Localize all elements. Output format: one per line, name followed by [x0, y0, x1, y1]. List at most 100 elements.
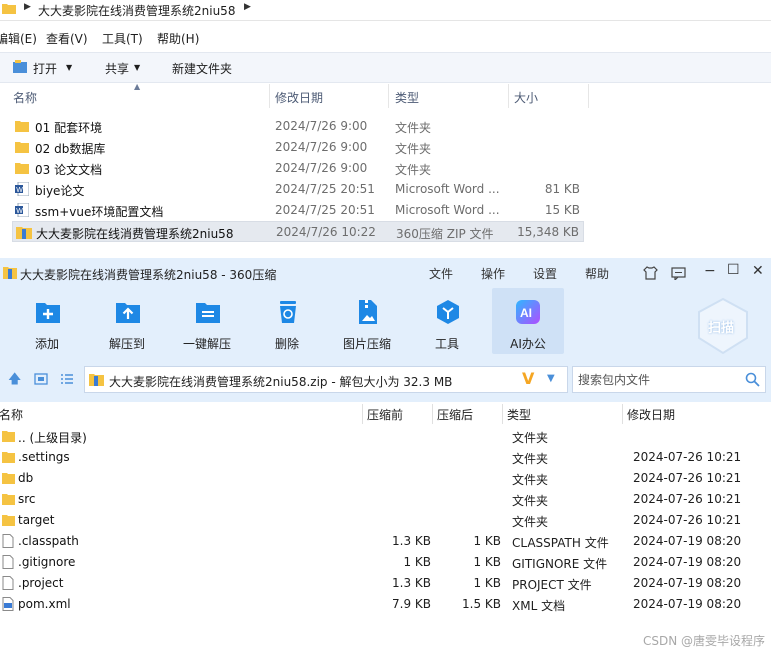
menu-settings[interactable]: 设置: [533, 265, 557, 282]
file-icon: [2, 576, 14, 590]
open-button[interactable]: 打开: [33, 60, 57, 77]
entry-name: .project: [18, 576, 64, 590]
entry-size-after: 1 KB: [473, 576, 501, 590]
vip-v-icon[interactable]: V: [522, 369, 534, 388]
file-type: 文件夹: [395, 163, 432, 177]
search-icon[interactable]: [745, 372, 760, 387]
archive-row[interactable]: .project 1.3 KB 1 KB PROJECT 文件 2024-07-…: [0, 573, 771, 594]
file-type: Microsoft Word ...: [395, 203, 500, 217]
archive-row[interactable]: src 文件夹 2024-07-26 10:21: [0, 489, 771, 510]
archive-row[interactable]: .settings 文件夹 2024-07-26 10:21: [0, 447, 771, 468]
column-before[interactable]: 压缩前: [367, 406, 403, 423]
delete-button[interactable]: 删除: [252, 288, 322, 354]
tool-label: AI办公: [510, 337, 546, 351]
menu-help[interactable]: 帮助(H): [157, 30, 199, 47]
entry-type: GITIGNORE 文件: [512, 557, 608, 571]
column-name[interactable]: 名称: [0, 406, 23, 423]
ai-office-button[interactable]: AI AI办公: [492, 288, 564, 354]
file-row[interactable]: 03 论文文档 2024/7/26 9:00 文件夹: [12, 158, 584, 179]
column-divider[interactable]: [508, 84, 509, 108]
extract-to-button[interactable]: 解压到: [92, 288, 162, 354]
menu-view[interactable]: 查看(V): [46, 30, 88, 47]
file-date: 2024/7/25 20:51: [275, 182, 375, 196]
address-path[interactable]: 大大麦影院在线消费管理系统2niu58: [38, 2, 235, 19]
column-name[interactable]: 名称: [13, 89, 37, 106]
entry-date: 2024-07-19 08:20: [633, 534, 742, 548]
share-button[interactable]: 共享: [105, 60, 129, 77]
column-after[interactable]: 压缩后: [437, 406, 473, 423]
entry-name: .. (上级目录): [18, 431, 87, 445]
menu-operate[interactable]: 操作: [481, 265, 505, 282]
file-date: 2024/7/26 9:00: [275, 119, 368, 133]
file-row-selected[interactable]: 大大麦影院在线消费管理系统2niu58 2024/7/26 10:22 360压…: [12, 221, 584, 242]
file-row[interactable]: W biye论文 2024/7/25 20:51 Microsoft Word …: [12, 179, 584, 200]
zip-title-bar[interactable]: 大大麦影院在线消费管理系统2niu58 - 360压缩 文件 操作 设置 帮助 …: [0, 258, 771, 288]
thumbnail-view-icon[interactable]: [34, 373, 48, 385]
column-size[interactable]: 大小: [514, 89, 538, 106]
search-box[interactable]: [572, 366, 766, 393]
file-date: 2024/7/25 20:51: [275, 203, 375, 217]
file-type: 文件夹: [395, 142, 432, 156]
chevron-right-icon[interactable]: ▶: [244, 2, 251, 12]
archive-row[interactable]: .classpath 1.3 KB 1 KB CLASSPATH 文件 2024…: [0, 531, 771, 552]
column-type[interactable]: 类型: [507, 406, 531, 423]
maximize-icon[interactable]: ☐: [727, 262, 740, 278]
folder-icon: [15, 121, 29, 132]
column-date[interactable]: 修改日期: [275, 89, 323, 106]
new-folder-button[interactable]: 新建文件夹: [172, 60, 232, 77]
chevron-down-icon[interactable]: ▼: [547, 373, 555, 384]
scan-button[interactable]: 扫描: [693, 296, 753, 356]
image-compress-icon: [359, 300, 377, 324]
archive-row[interactable]: .. (上级目录) 文件夹: [0, 426, 771, 447]
column-date[interactable]: 修改日期: [627, 406, 675, 423]
column-divider[interactable]: [588, 84, 589, 108]
explorer-address-bar[interactable]: ▶ 大大麦影院在线消费管理系统2niu58 ▶: [0, 0, 771, 21]
file-type: 文件夹: [395, 121, 432, 135]
entry-date: 2024-07-26 10:21: [633, 471, 742, 485]
file-type: 360压缩 ZIP 文件: [396, 227, 494, 241]
feedback-icon[interactable]: [671, 267, 686, 280]
ai-badge-text: AI: [520, 306, 532, 320]
up-arrow-icon[interactable]: 🡅: [8, 370, 21, 392]
list-view-icon[interactable]: [60, 373, 74, 385]
entry-date: 2024-07-26 10:21: [633, 513, 742, 527]
column-divider[interactable]: [388, 84, 389, 108]
column-divider[interactable]: [622, 404, 623, 424]
entry-date: 2024-07-26 10:21: [633, 450, 742, 464]
folder-icon: [2, 515, 15, 526]
column-type[interactable]: 类型: [395, 89, 419, 106]
zip-folder-icon: [89, 374, 104, 386]
menu-file[interactable]: 文件: [429, 265, 453, 282]
column-divider[interactable]: [432, 404, 433, 424]
chevron-right-icon[interactable]: ▶: [24, 2, 31, 12]
column-divider[interactable]: [362, 404, 363, 424]
column-divider[interactable]: [269, 84, 270, 108]
file-row[interactable]: W ssm+vue环境配置文档 2024/7/25 20:51 Microsof…: [12, 200, 584, 221]
archive-row[interactable]: .gitignore 1 KB 1 KB GITIGNORE 文件 2024-0…: [0, 552, 771, 573]
skin-icon[interactable]: [643, 266, 658, 280]
extract-to-icon: [116, 303, 140, 323]
one-click-extract-button[interactable]: 一键解压: [172, 288, 242, 354]
entry-name: .settings: [18, 450, 70, 464]
chevron-down-icon[interactable]: ▼: [66, 63, 72, 72]
column-divider[interactable]: [502, 404, 503, 424]
archive-row[interactable]: pom.xml 7.9 KB 1.5 KB XML 文档 2024-07-19 …: [0, 594, 771, 615]
menu-help[interactable]: 帮助: [585, 265, 609, 282]
archive-row[interactable]: db 文件夹 2024-07-26 10:21: [0, 468, 771, 489]
close-icon[interactable]: ✕: [752, 263, 764, 279]
menu-tools[interactable]: 工具(T): [102, 30, 143, 47]
chevron-down-icon[interactable]: ▼: [134, 63, 140, 72]
search-input[interactable]: [576, 372, 740, 388]
file-row[interactable]: 01 配套环境 2024/7/26 9:00 文件夹: [12, 116, 584, 137]
file-name: ssm+vue环境配置文档: [35, 205, 164, 219]
folder-icon: [15, 163, 29, 174]
file-row[interactable]: 02 db数据库 2024/7/26 9:00 文件夹: [12, 137, 584, 158]
add-button[interactable]: 添加: [12, 288, 82, 354]
folder-icon: [15, 142, 29, 153]
tools-button[interactable]: 工具: [412, 288, 482, 354]
menu-edit[interactable]: 编辑(E): [0, 30, 37, 47]
archive-path-box[interactable]: 大大麦影院在线消费管理系统2niu58.zip - 解包大小为 32.3 MB …: [84, 366, 568, 393]
minimize-icon[interactable]: −: [704, 263, 716, 279]
archive-row[interactable]: target 文件夹 2024-07-26 10:21: [0, 510, 771, 531]
image-compress-button[interactable]: 图片压缩: [332, 288, 402, 354]
